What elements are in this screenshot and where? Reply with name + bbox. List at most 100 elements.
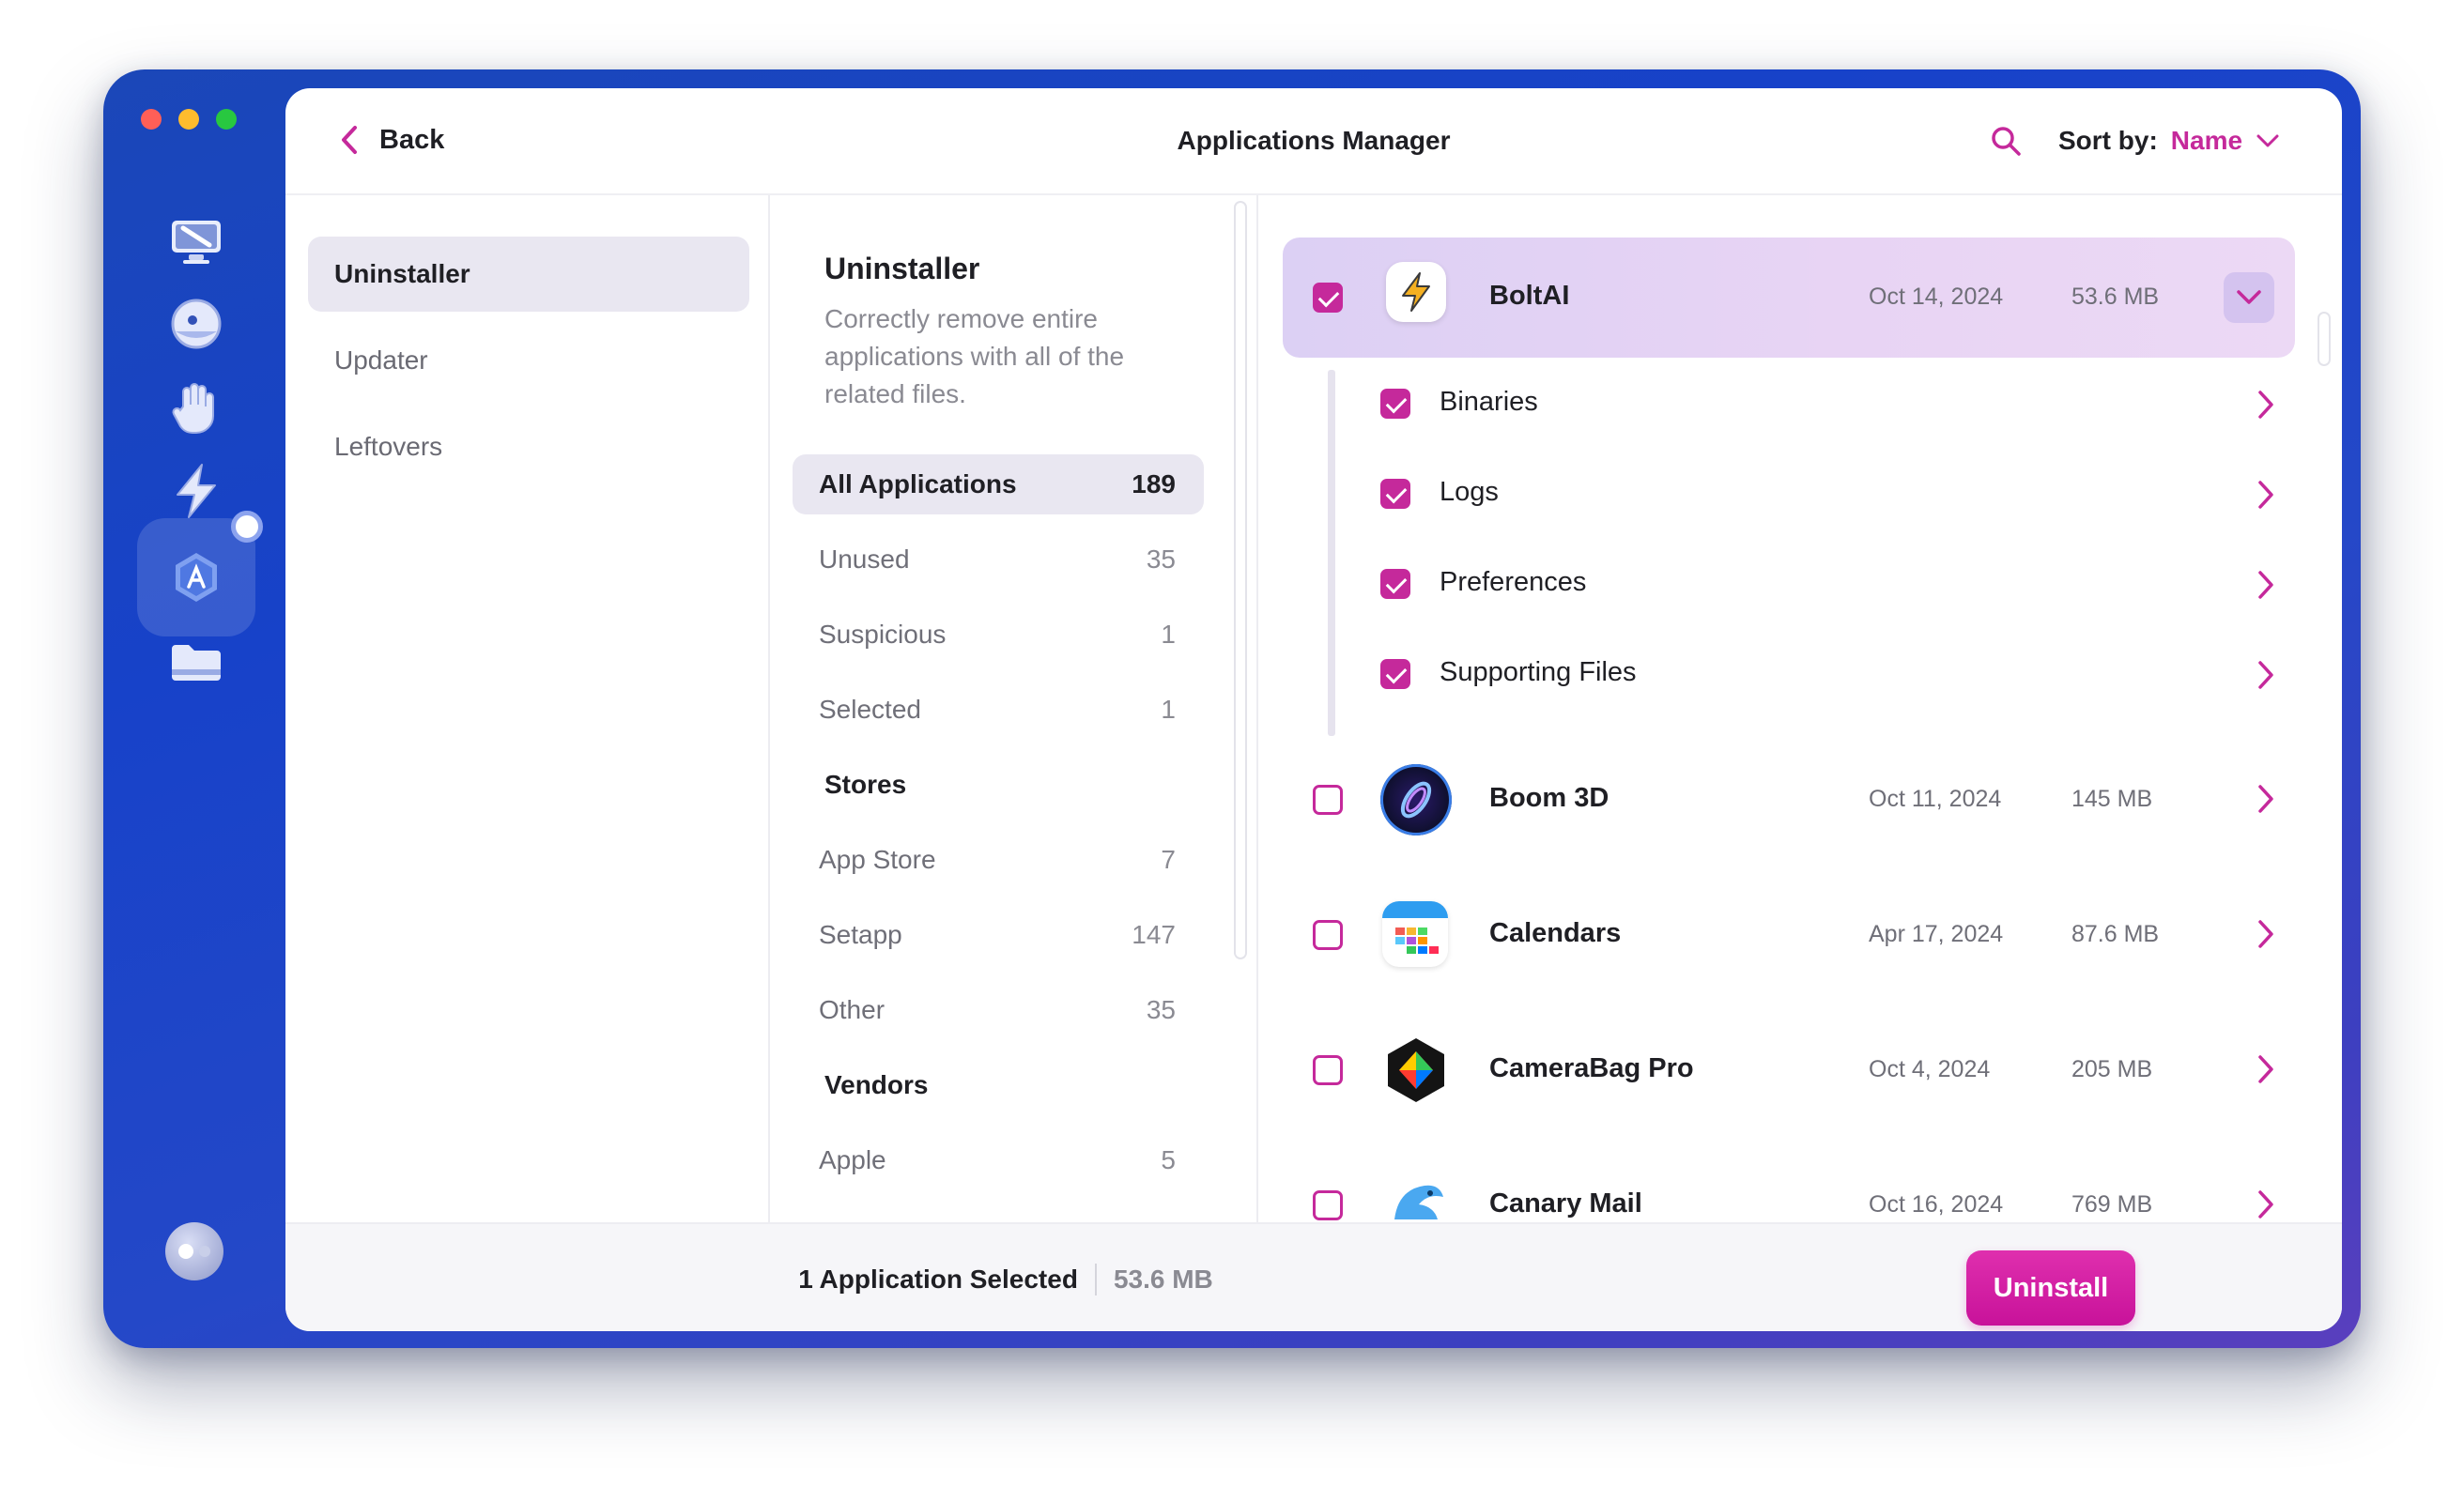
subitem-label: Logs [1440,477,1499,507]
uninstall-button[interactable]: Uninstall [1966,1250,2135,1326]
divider [1094,1264,1097,1295]
app-size: 87.6 MB [2071,921,2160,947]
app-window: Back Applications Manager Sort by: Name … [103,69,2361,1348]
app-name: Canary Mail [1489,1188,1642,1219]
chevron-right-icon [2258,920,2273,948]
toolbar: Back Applications Manager Sort by: Name [285,88,2342,195]
subitem-supporting-files[interactable]: Supporting Files [1369,636,2295,712]
subitem-logs[interactable]: Logs [1369,456,2295,531]
close-window-button[interactable] [141,109,162,130]
category-label: Unused [819,544,910,574]
subitem-checkbox[interactable] [1380,569,1410,599]
main-panel: Back Applications Manager Sort by: Name … [285,88,2342,1331]
app-checkbox[interactable] [1313,920,1343,950]
sort-control[interactable]: Sort by: Name [2058,126,2280,156]
chevron-right-icon [2258,571,2273,599]
category-unused[interactable]: Unused 35 [793,529,1204,590]
sidebar-item-uninstaller[interactable]: Uninstaller [308,237,749,312]
calendars-icon [1382,901,1448,967]
assistant-icon[interactable] [165,1222,223,1280]
app-name: Boom 3D [1489,783,1609,813]
chevron-right-icon [2258,1055,2273,1083]
app-row-calendars[interactable]: Calendars Apr 17, 2024 87.6 MB [1283,875,2295,995]
app-name: Calendars [1489,918,1622,948]
selection-count: 1 Application Selected [798,1265,1078,1294]
sidebar-item-updater[interactable]: Updater [308,323,749,398]
page-title: Applications Manager [1177,126,1451,155]
app-date: Apr 17, 2024 [1869,921,2004,947]
category-count: 147 [1132,920,1176,949]
category-title: Uninstaller [824,252,980,285]
app-row-boltai[interactable]: BoltAI Oct 14, 2024 53.6 MB [1283,238,2295,358]
zoom-window-button[interactable] [216,109,237,130]
selection-summary: 1 Application Selected 53.6 MB [285,1264,1726,1295]
sort-label: Sort by: [2058,126,2158,155]
category-apple[interactable]: Apple 5 [793,1130,1204,1190]
app-row-boom-3d[interactable]: Boom 3D Oct 11, 2024 145 MB [1283,740,2295,860]
notification-badge [231,511,263,543]
chevron-down-icon [2237,290,2261,304]
app-size: 205 MB [2071,1056,2153,1082]
app-checkbox[interactable] [1313,1190,1343,1220]
subitem-label: Binaries [1440,387,1538,417]
app-size: 53.6 MB [2071,284,2160,310]
category-selected[interactable]: Selected 1 [793,680,1204,740]
subitem-label: Preferences [1440,567,1587,597]
globe-shield-icon [171,299,222,349]
category-count: 189 [1132,469,1176,498]
chevron-right-icon [2258,785,2273,813]
category-panel: Uninstaller Correctly remove entire appl… [770,195,1258,1222]
category-scrollbar[interactable] [1234,201,1247,959]
minimize-window-button[interactable] [178,109,199,130]
app-date: Oct 14, 2024 [1869,284,2004,310]
category-all-applications[interactable]: All Applications 189 [793,454,1204,514]
category-other[interactable]: Other 35 [793,980,1204,1040]
sidebar-item-leftovers[interactable]: Leftovers [308,409,749,484]
category-setapp[interactable]: Setapp 147 [793,905,1204,965]
category-label: All Applications [819,469,1017,498]
category-label: Selected [819,695,921,724]
rail-files-button[interactable] [137,603,255,721]
bolt-icon [1386,262,1446,322]
collapse-button[interactable] [2224,272,2274,323]
subitem-binaries[interactable]: Binaries [1369,366,2295,441]
app-row-camerabag-pro[interactable]: CameraBag Pro Oct 4, 2024 205 MB [1283,1010,2295,1130]
stores-heading: Stores [824,770,907,799]
chevron-right-icon [2258,661,2273,689]
category-label: Apple [819,1145,886,1174]
app-checkbox[interactable] [1313,785,1343,815]
camerabag-icon [1380,1035,1452,1106]
category-suspicious[interactable]: Suspicious 1 [793,605,1204,665]
subitem-checkbox[interactable] [1380,659,1410,689]
chevron-down-icon [2256,134,2279,147]
category-description: Correctly remove entire applications wit… [824,304,1125,408]
app-checkbox[interactable] [1313,283,1343,313]
tree-connector [1328,370,1335,736]
selection-size: 53.6 MB [1113,1265,1213,1294]
category-count: 5 [1161,1145,1176,1174]
chevron-right-icon [2258,481,2273,509]
app-checkbox[interactable] [1313,1055,1343,1085]
subitem-preferences[interactable]: Preferences [1369,546,2295,621]
app-size: 145 MB [2071,786,2153,812]
app-date: Oct 4, 2024 [1869,1056,1991,1082]
category-label: Other [819,995,886,1024]
app-row-canary-mail[interactable]: Canary Mail Oct 16, 2024 769 MB [1283,1145,2295,1222]
applications-scrollbar[interactable] [2318,312,2331,366]
vendors-heading: Vendors [824,1070,929,1099]
sort-value[interactable]: Name [2171,126,2242,156]
subitem-checkbox[interactable] [1380,479,1410,509]
footer-bar: 1 Application Selected 53.6 MB Uninstall [285,1222,2342,1331]
app-date: Oct 11, 2024 [1869,786,2002,812]
category-count: 35 [1146,544,1176,574]
category-count: 7 [1161,845,1176,874]
subitem-checkbox[interactable] [1380,389,1410,419]
subitem-label: Supporting Files [1440,657,1637,687]
category-count: 1 [1161,620,1176,649]
chevron-right-icon [2258,1190,2273,1219]
search-icon [1992,127,2021,156]
search-button[interactable] [1987,122,2025,160]
applications-list: BoltAI Oct 14, 2024 53.6 MB Binaries Log… [1258,195,2342,1222]
category-app-store[interactable]: App Store 7 [793,830,1204,890]
lightning-icon [177,464,216,518]
